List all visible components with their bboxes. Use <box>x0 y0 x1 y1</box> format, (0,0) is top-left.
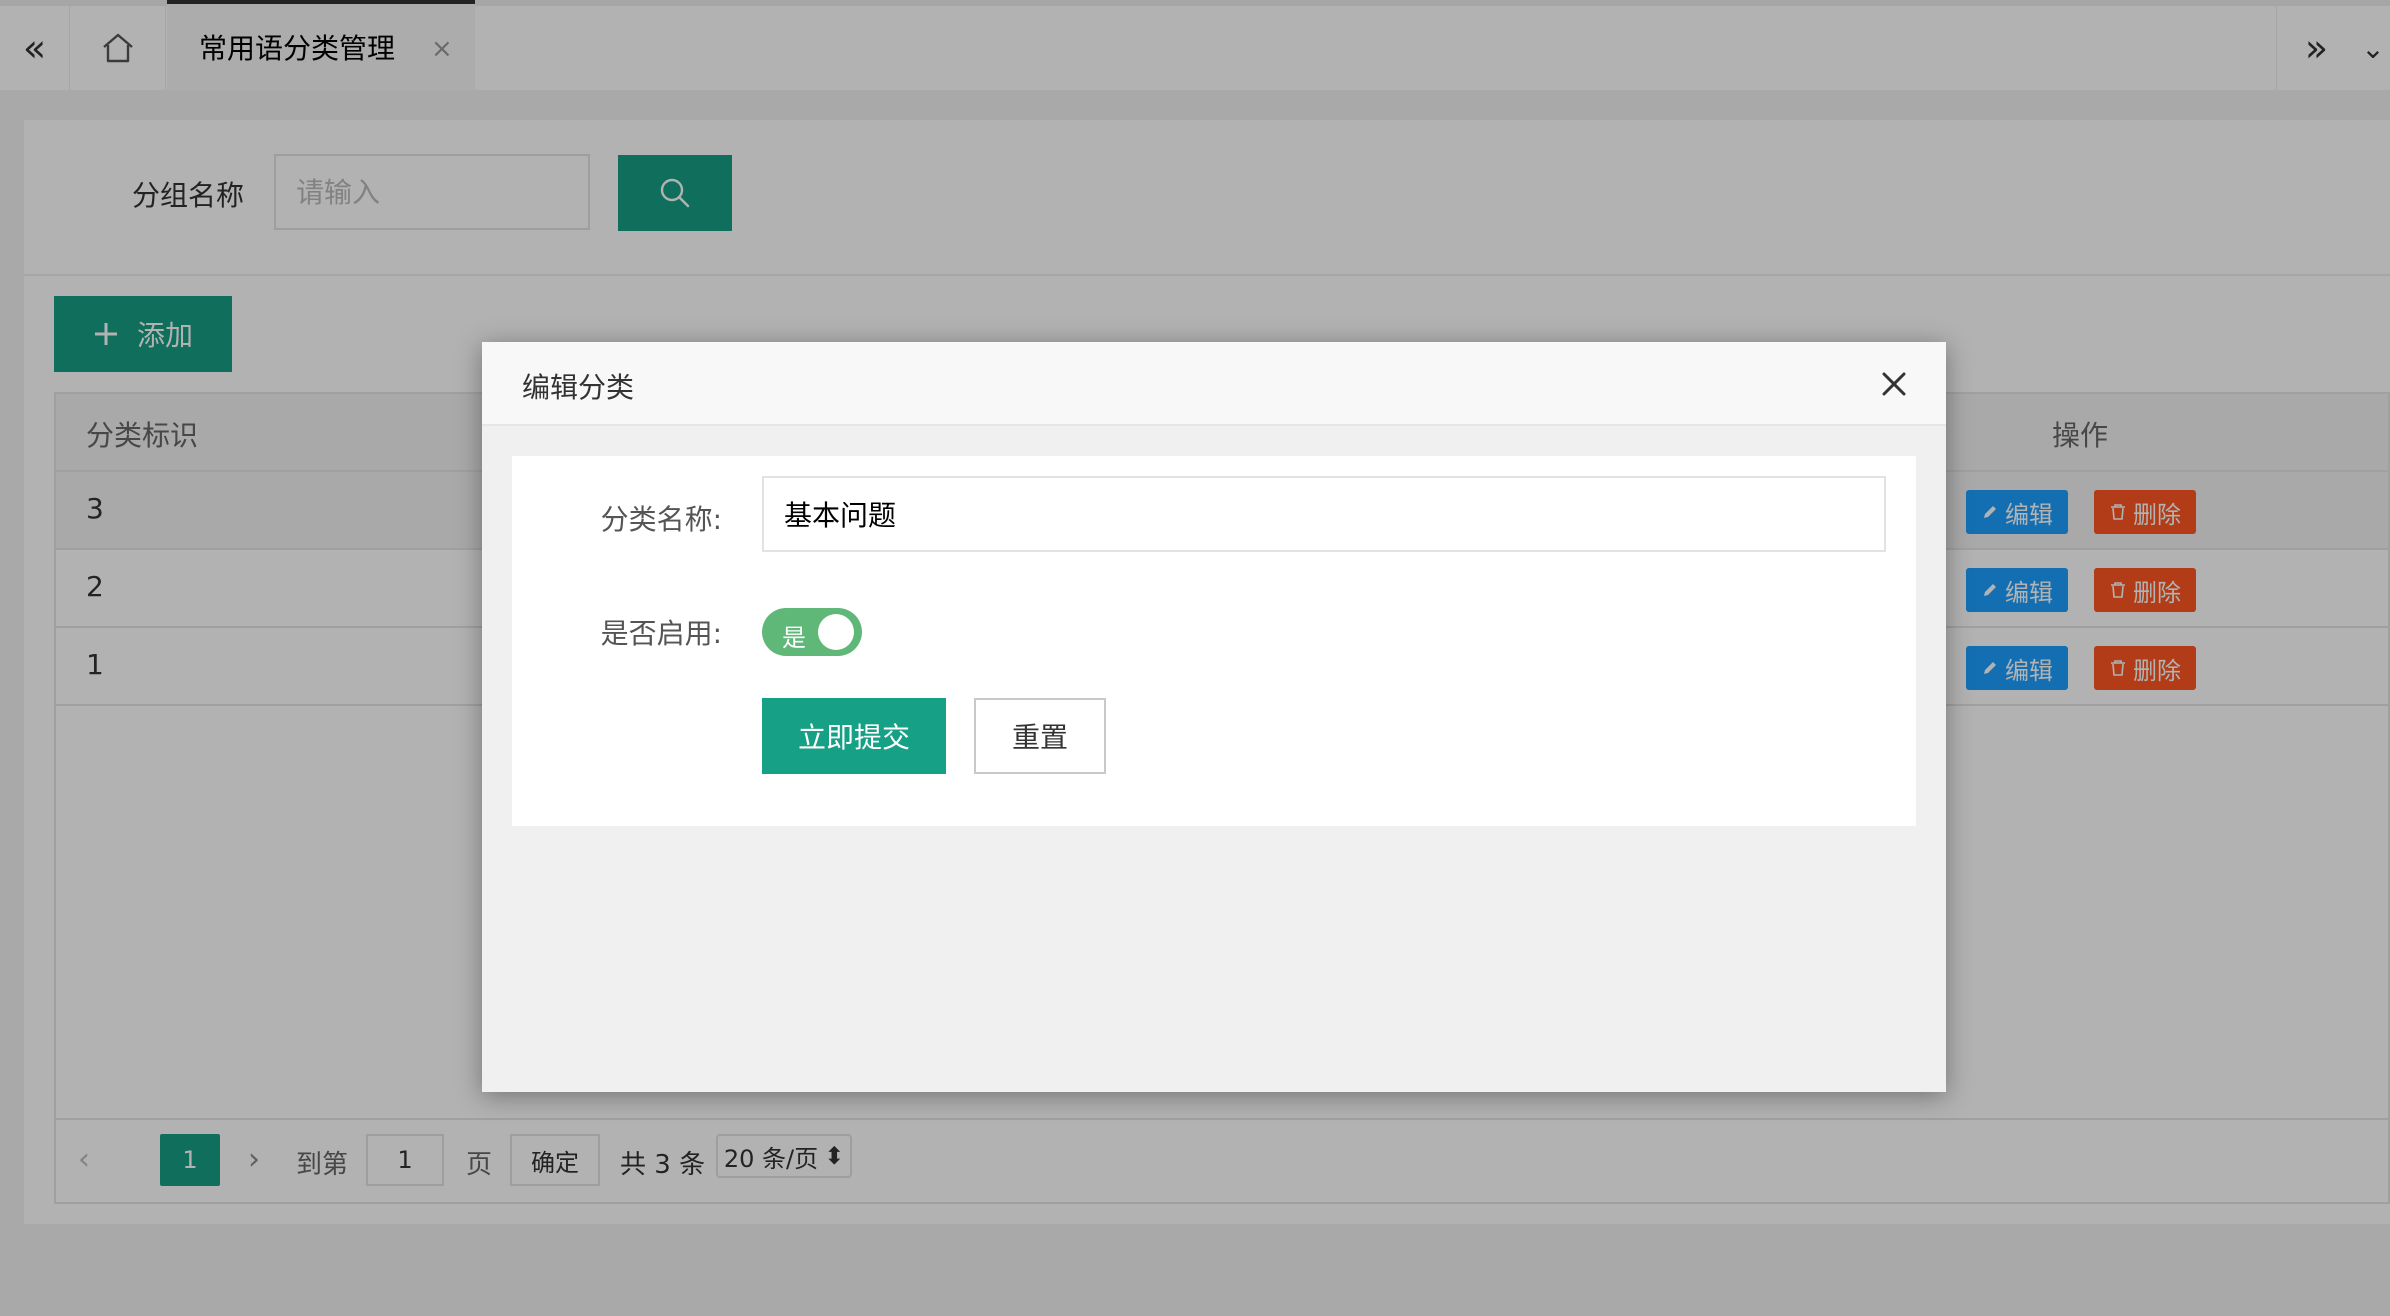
category-name-label: 分类名称: <box>600 503 722 536</box>
close-icon <box>1882 372 1906 396</box>
reset-button[interactable]: 重置 <box>974 698 1106 774</box>
edit-category-dialog: 编辑分类 分类名称: 是否启用: 是 立即提交 重置 <box>482 342 1946 1092</box>
category-name-input[interactable] <box>762 476 1886 552</box>
edit-form: 分类名称: 是否启用: 是 立即提交 重置 <box>512 456 1916 826</box>
dialog-title: 编辑分类 <box>522 371 635 404</box>
dialog-header: 编辑分类 <box>482 342 1946 426</box>
submit-button[interactable]: 立即提交 <box>762 698 946 774</box>
switch-text: 是 <box>782 624 806 652</box>
switch-knob <box>818 614 854 650</box>
enabled-label: 是否启用: <box>600 617 722 650</box>
dialog-close-button[interactable] <box>1874 364 1914 404</box>
enabled-switch[interactable]: 是 <box>762 608 862 656</box>
